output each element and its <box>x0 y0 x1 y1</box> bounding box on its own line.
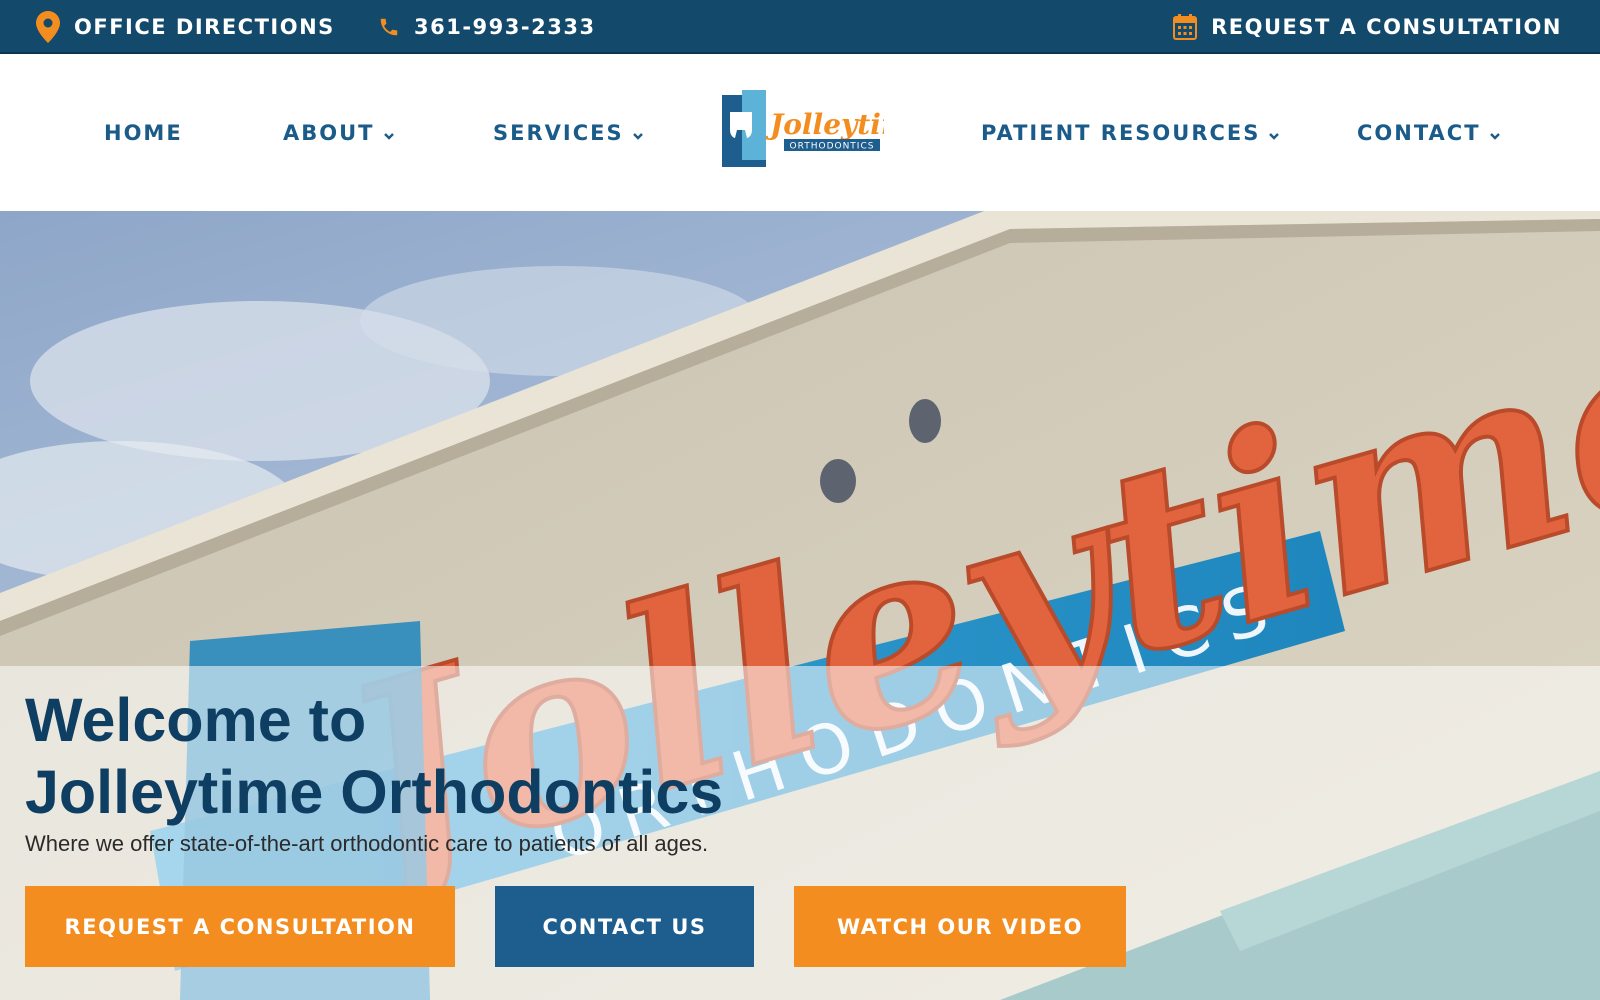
map-pin-icon <box>36 11 60 43</box>
nav-item-about-label: ABOUT <box>283 120 375 145</box>
nav-item-about[interactable]: ABOUT <box>283 54 395 211</box>
watch-video-button-label: WATCH OUR VIDEO <box>836 914 1084 939</box>
logo-subtitle: ORTHODONTICS <box>790 142 875 152</box>
request-consultation-label: REQUEST A CONSULTATION <box>1211 15 1562 39</box>
nav-item-patient-resources[interactable]: PATIENT RESOURCES <box>981 54 1280 211</box>
chevron-down-icon <box>1489 132 1500 140</box>
hero-subtitle: Where we offer state-of-the-art orthodon… <box>25 831 709 856</box>
request-consultation-button-label: REQUEST A CONSULTATION <box>64 914 416 939</box>
logo-wordmark: Jolleytime <box>765 108 884 141</box>
phone-number-label: 361-993-2333 <box>414 15 596 39</box>
phone-link[interactable]: 361-993-2333 <box>378 0 596 54</box>
contact-us-button[interactable]: CONTACT US <box>495 886 754 967</box>
nav-item-services-label: SERVICES <box>493 120 624 145</box>
chevron-down-icon <box>632 132 643 140</box>
hero-title: Welcome to Jolleytime Orthodontics <box>25 684 925 828</box>
top-utility-bar: OFFICE DIRECTIONS 361-993-2333 REQUEST A… <box>0 0 1600 54</box>
office-directions-link[interactable]: OFFICE DIRECTIONS <box>36 0 335 54</box>
nav-item-services[interactable]: SERVICES <box>493 54 644 211</box>
site-logo[interactable]: Jolleytime ORTHODONTICS <box>722 90 884 170</box>
request-consultation-link[interactable]: REQUEST A CONSULTATION <box>1173 0 1562 54</box>
contact-us-button-label: CONTACT US <box>542 914 707 939</box>
nav-item-contact[interactable]: CONTACT <box>1357 54 1501 211</box>
hero-title-line-1: Welcome to <box>25 686 367 754</box>
hero-section: ORTHODONTICS Jolleytime Welcome to Jolle… <box>0 211 1600 1000</box>
nav-item-patient-resources-label: PATIENT RESOURCES <box>981 120 1261 145</box>
office-directions-label: OFFICE DIRECTIONS <box>74 15 335 39</box>
nav-item-home[interactable]: HOME <box>104 54 183 211</box>
hero-title-line-2: Jolleytime Orthodontics <box>25 758 724 826</box>
request-consultation-button[interactable]: REQUEST A CONSULTATION <box>25 886 455 967</box>
chevron-down-icon <box>1269 132 1280 140</box>
phone-icon <box>378 16 400 38</box>
watch-video-button[interactable]: WATCH OUR VIDEO <box>794 886 1126 967</box>
nav-item-home-label: HOME <box>104 120 183 145</box>
chevron-down-icon <box>383 132 394 140</box>
calendar-icon <box>1173 14 1198 40</box>
nav-item-contact-label: CONTACT <box>1357 120 1481 145</box>
